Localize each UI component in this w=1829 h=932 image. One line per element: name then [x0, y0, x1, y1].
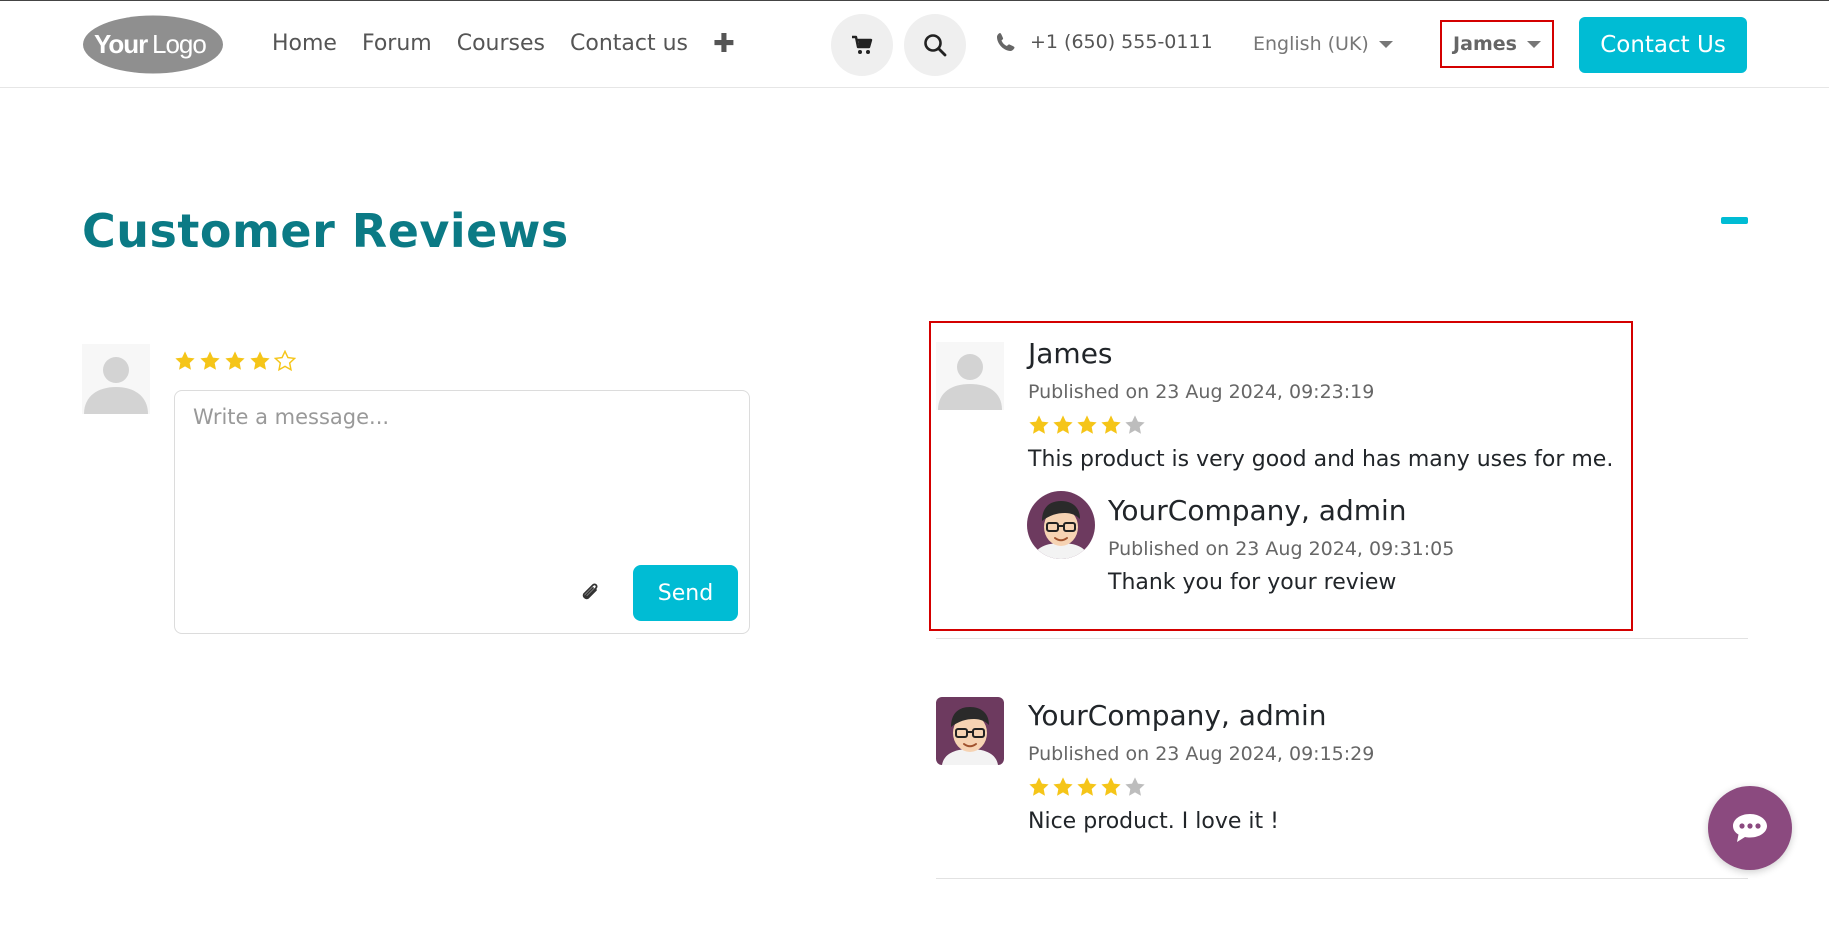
page-title: Customer Reviews	[82, 204, 569, 258]
collapse-toggle[interactable]	[1721, 217, 1748, 224]
default-avatar	[82, 344, 150, 414]
admin-avatar	[936, 697, 1004, 765]
reply-text: Thank you for your review	[1108, 570, 1397, 595]
review-text: This product is very good and has many u…	[1028, 447, 1614, 472]
nav-contact-us[interactable]: Contact us	[570, 27, 688, 61]
cart-icon	[852, 35, 873, 54]
language-selector[interactable]: English (UK)	[1253, 33, 1393, 55]
star-filled-icon	[1101, 777, 1121, 796]
chat-bubble-icon	[1733, 814, 1767, 842]
divider	[936, 878, 1748, 879]
phone-contact[interactable]: +1 (650) 555-0111	[996, 31, 1213, 53]
contact-us-button[interactable]: Contact Us	[1579, 17, 1747, 73]
nav-home[interactable]: Home	[272, 27, 337, 61]
svg-text:Logo: Logo	[152, 29, 206, 59]
chevron-down-icon	[1378, 40, 1393, 48]
star-filled-icon[interactable]	[224, 350, 246, 372]
nav-forum[interactable]: Forum	[362, 27, 432, 61]
star-filled-icon	[1077, 415, 1097, 434]
user-name: James	[1453, 33, 1517, 55]
phone-icon	[997, 33, 1015, 51]
rating-input[interactable]	[174, 350, 296, 372]
star-filled-icon[interactable]	[174, 350, 196, 372]
plus-icon[interactable]: ✚	[713, 27, 735, 61]
site-logo[interactable]: Your Logo	[82, 15, 224, 74]
send-button[interactable]: Send	[633, 565, 738, 621]
review-author: James	[1028, 337, 1113, 370]
review-text: Nice product. I love it !	[1028, 809, 1279, 834]
review-rating	[1028, 776, 1146, 798]
user-menu[interactable]: James	[1440, 20, 1554, 68]
star-empty-icon	[1125, 415, 1145, 434]
review-author: YourCompany, admin	[1028, 699, 1327, 732]
cart-button[interactable]	[831, 14, 893, 76]
star-filled-icon	[1053, 415, 1073, 434]
star-filled-icon[interactable]	[199, 350, 221, 372]
message-placeholder: Write a message...	[193, 405, 390, 429]
star-filled-icon	[1053, 777, 1073, 796]
star-filled-icon	[1029, 415, 1049, 434]
reply-author: YourCompany, admin	[1108, 494, 1407, 527]
review-date: Published on 23 Aug 2024, 09:23:19	[1028, 381, 1375, 403]
phone-number: +1 (650) 555-0111	[1030, 31, 1213, 53]
star-filled-icon	[1029, 777, 1049, 796]
admin-avatar	[1027, 491, 1095, 559]
star-filled-icon	[1101, 415, 1121, 434]
star-filled-icon	[1077, 777, 1097, 796]
reply-date: Published on 23 Aug 2024, 09:31:05	[1108, 538, 1455, 560]
star-empty-icon[interactable]	[274, 350, 296, 372]
review-rating	[1028, 414, 1146, 436]
chevron-down-icon	[1526, 40, 1541, 48]
divider	[936, 638, 1748, 639]
main-nav: Home Forum Courses Contact us ✚	[272, 27, 735, 61]
default-avatar	[936, 342, 1004, 410]
paperclip-icon[interactable]	[579, 581, 601, 605]
svg-text:Your: Your	[94, 29, 148, 59]
review-date: Published on 23 Aug 2024, 09:15:29	[1028, 743, 1375, 765]
message-input[interactable]: Write a message... Send	[174, 390, 750, 634]
site-header: Your Logo Home Forum Courses Contact us …	[0, 0, 1829, 88]
search-button[interactable]	[904, 14, 966, 76]
star-filled-icon[interactable]	[249, 350, 271, 372]
live-chat-button[interactable]	[1708, 786, 1792, 870]
nav-courses[interactable]: Courses	[457, 27, 545, 61]
language-label: English (UK)	[1253, 33, 1369, 55]
star-empty-icon	[1125, 777, 1145, 796]
search-icon	[924, 34, 947, 57]
